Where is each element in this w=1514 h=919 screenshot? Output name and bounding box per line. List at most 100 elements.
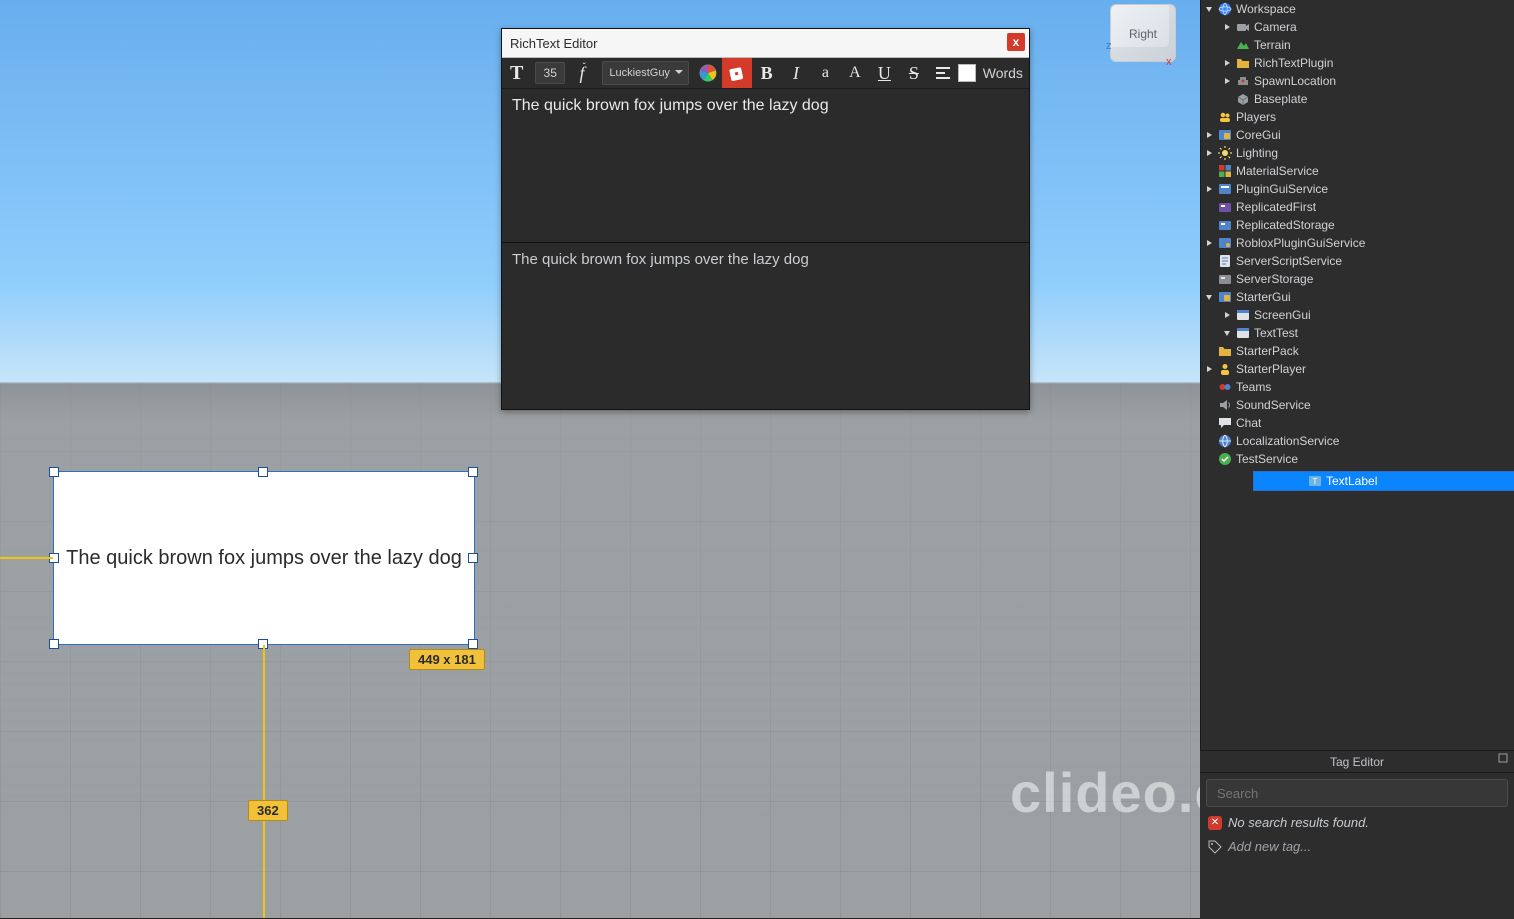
screengui-icon bbox=[1236, 308, 1250, 322]
players-icon bbox=[1218, 110, 1232, 124]
explorer-tree[interactable]: Workspace Camera TerrainRichTextPluginSpaw… bbox=[1200, 0, 1514, 736]
font-select[interactable]: LuckiestGuy bbox=[602, 61, 689, 85]
tree-row-robloxpluginguiservice[interactable]: RobloxPluginGuiService bbox=[1200, 234, 1514, 252]
expand-arrow[interactable] bbox=[1204, 364, 1214, 374]
tree-row-starterplayer[interactable]: StarterPlayer bbox=[1200, 360, 1514, 378]
resize-handle-se[interactable] bbox=[468, 639, 478, 649]
add-tag-text: Add new tag... bbox=[1228, 839, 1311, 854]
expand-arrow[interactable] bbox=[1204, 382, 1214, 392]
tree-row-texttest[interactable]: TextTest bbox=[1200, 324, 1514, 342]
expand-arrow[interactable] bbox=[1204, 112, 1214, 122]
font-size-input[interactable]: 35 bbox=[535, 62, 565, 84]
tree-row-terrain[interactable]: Terrain bbox=[1200, 36, 1514, 54]
text-color-swatch[interactable] bbox=[958, 64, 976, 82]
resize-handle-ne[interactable] bbox=[468, 467, 478, 477]
richtext-editor-window[interactable]: RichText Editor x T 35 f ˇ LuckiestGuy bbox=[501, 28, 1030, 410]
expand-arrow[interactable] bbox=[1222, 76, 1232, 86]
tree-label: TextLabel bbox=[1326, 474, 1377, 488]
roblox-color-button[interactable] bbox=[722, 58, 751, 88]
tree-row-chat[interactable]: Chat bbox=[1200, 414, 1514, 432]
expand-arrow[interactable] bbox=[1204, 238, 1214, 248]
tree-row-coregui[interactable]: CoreGui bbox=[1200, 126, 1514, 144]
tree-row-materialservice[interactable]: MaterialService bbox=[1200, 162, 1514, 180]
tree-label: Players bbox=[1236, 110, 1276, 124]
svg-text:T: T bbox=[1313, 477, 1318, 486]
tree-row-baseplate[interactable]: Baseplate bbox=[1200, 90, 1514, 108]
window-title[interactable]: RichText Editor bbox=[502, 29, 1029, 58]
tree-row-testservice[interactable]: TestService bbox=[1200, 450, 1514, 468]
tree-row-spawnlocation[interactable]: SpawnLocation bbox=[1200, 72, 1514, 90]
terrain-icon bbox=[1236, 38, 1250, 52]
expand-arrow[interactable] bbox=[1204, 436, 1214, 446]
add-tag-row[interactable]: Add new tag... bbox=[1208, 839, 1311, 854]
expand-arrow[interactable] bbox=[1204, 346, 1214, 356]
expand-arrow[interactable] bbox=[1204, 400, 1214, 410]
tree-row-lighting[interactable]: Lighting bbox=[1200, 144, 1514, 162]
tag-search[interactable] bbox=[1206, 779, 1508, 807]
folder-icon bbox=[1236, 56, 1250, 70]
tree-row-workspace[interactable]: Workspace bbox=[1200, 0, 1514, 18]
kerning-button[interactable]: f ˇ bbox=[569, 58, 598, 88]
expand-arrow[interactable] bbox=[1222, 328, 1232, 338]
tree-row-replicatedstorage[interactable]: ReplicatedStorage bbox=[1200, 216, 1514, 234]
resize-handle-n[interactable] bbox=[258, 467, 268, 477]
expand-arrow[interactable] bbox=[1204, 202, 1214, 212]
expand-arrow[interactable] bbox=[1222, 22, 1232, 32]
selected-textlabel[interactable]: The quick brown fox jumps over the lazy … bbox=[53, 471, 475, 645]
tree-row-richtextplugin[interactable]: RichTextPlugin bbox=[1200, 54, 1514, 72]
expand-arrow[interactable] bbox=[1294, 476, 1304, 486]
expand-arrow[interactable] bbox=[1204, 148, 1214, 158]
tree-row-players[interactable]: Players bbox=[1200, 108, 1514, 126]
expand-arrow[interactable] bbox=[1204, 4, 1214, 14]
expand-arrow[interactable] bbox=[1222, 310, 1232, 320]
expand-arrow[interactable] bbox=[1204, 418, 1214, 428]
expand-arrow[interactable] bbox=[1222, 94, 1232, 104]
tree-row-camera[interactable]: Camera bbox=[1200, 18, 1514, 36]
scroll-track[interactable] bbox=[1215, 736, 1514, 750]
expand-arrow[interactable] bbox=[1222, 40, 1232, 50]
tag-editor-titlebar[interactable]: Tag Editor bbox=[1200, 750, 1514, 773]
tree-row-textlabel[interactable]: T TextLabel bbox=[1253, 471, 1514, 491]
underline-button[interactable]: U bbox=[870, 58, 899, 88]
tree-row-soundservice[interactable]: SoundService bbox=[1200, 396, 1514, 414]
pin-icon[interactable] bbox=[1498, 753, 1508, 766]
expand-arrow[interactable] bbox=[1204, 274, 1214, 284]
tree-row-startergui[interactable]: StarterGui bbox=[1200, 288, 1514, 306]
tree-label: Workspace bbox=[1236, 2, 1296, 16]
close-button[interactable]: x bbox=[1007, 33, 1025, 51]
tag-search-input[interactable] bbox=[1215, 785, 1499, 802]
tree-row-teams[interactable]: Teams bbox=[1200, 378, 1514, 396]
expand-arrow[interactable] bbox=[1204, 166, 1214, 176]
expand-arrow[interactable] bbox=[1204, 130, 1214, 140]
editor-source-pane[interactable]: The quick brown fox jumps over the lazy … bbox=[502, 243, 1029, 409]
tree-row-serverscriptservice[interactable]: ServerScriptService bbox=[1200, 252, 1514, 270]
editor-text: The quick brown fox jumps over the lazy … bbox=[512, 97, 829, 114]
text-tool-button[interactable]: T bbox=[502, 58, 531, 88]
tree-row-starterpack[interactable]: StarterPack bbox=[1200, 342, 1514, 360]
tree-row-pluginguiservice[interactable]: PluginGuiService bbox=[1200, 180, 1514, 198]
expand-arrow[interactable] bbox=[1204, 184, 1214, 194]
lowercase-button[interactable]: a bbox=[811, 58, 840, 88]
align-button[interactable] bbox=[929, 58, 958, 88]
expand-arrow[interactable] bbox=[1204, 220, 1214, 230]
expand-arrow[interactable] bbox=[1204, 292, 1214, 302]
tree-row-replicatedfirst[interactable]: ReplicatedFirst bbox=[1200, 198, 1514, 216]
uppercase-button[interactable]: A bbox=[840, 58, 869, 88]
italic-button[interactable]: I bbox=[781, 58, 810, 88]
resize-handle-sw[interactable] bbox=[49, 639, 59, 649]
no-results-message: ✕ No search results found. bbox=[1208, 815, 1369, 830]
tree-label: Camera bbox=[1254, 20, 1297, 34]
tree-row-serverstorage[interactable]: ServerStorage bbox=[1200, 270, 1514, 288]
orientation-cube[interactable]: Right bbox=[1110, 4, 1176, 62]
editor-preview-pane[interactable]: The quick brown fox jumps over the lazy … bbox=[502, 89, 1029, 243]
expand-arrow[interactable] bbox=[1222, 58, 1232, 68]
tree-row-screengui[interactable]: ScreenGui bbox=[1200, 306, 1514, 324]
resize-handle-e[interactable] bbox=[468, 553, 478, 563]
color-wheel-button[interactable] bbox=[693, 58, 722, 88]
expand-arrow[interactable] bbox=[1204, 454, 1214, 464]
bold-button[interactable]: B bbox=[752, 58, 781, 88]
expand-arrow[interactable] bbox=[1204, 256, 1214, 266]
strike-button[interactable]: S bbox=[899, 58, 928, 88]
resize-handle-nw[interactable] bbox=[49, 467, 59, 477]
tree-row-localizationservice[interactable]: LocalizationService bbox=[1200, 432, 1514, 450]
